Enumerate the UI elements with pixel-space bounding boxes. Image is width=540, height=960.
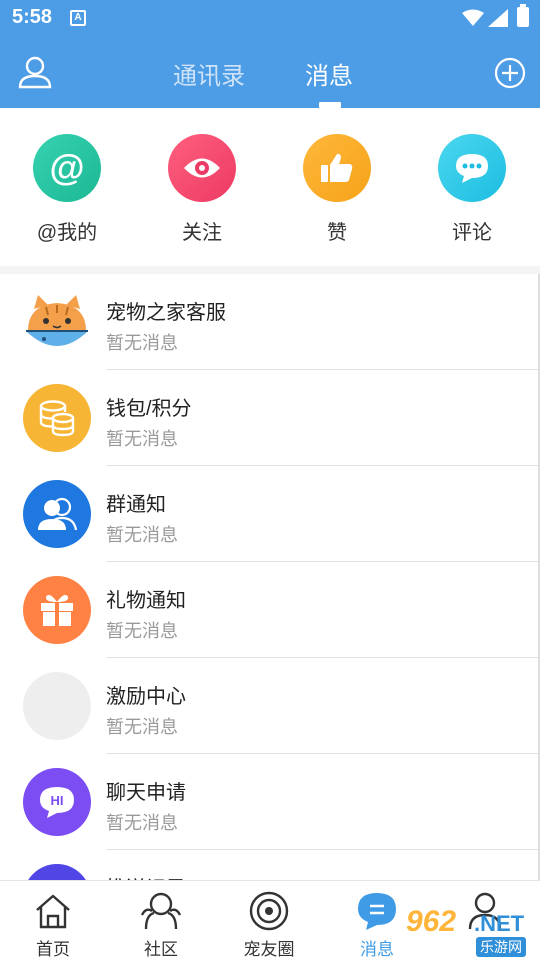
- list-item-title: 聊天申请: [106, 782, 186, 804]
- gift-icon: [23, 576, 91, 644]
- quick-action-mentions[interactable]: @ @我的: [27, 134, 107, 245]
- nav-community[interactable]: 社区: [126, 889, 196, 960]
- cat-fish-avatar: [23, 288, 91, 356]
- coins-icon: [23, 384, 91, 452]
- list-item-gift-notice[interactable]: 礼物通知 暂无消息: [0, 562, 538, 658]
- nav-label: 首页: [36, 940, 70, 959]
- list-item-push-records[interactable]: 推送记录: [0, 850, 538, 880]
- quick-action-label: 赞: [327, 222, 347, 244]
- list-item-title: 推送记录: [106, 872, 186, 880]
- watermark-site-name: 乐游网: [476, 937, 526, 957]
- pet-circle-icon: [234, 889, 304, 933]
- thumbs-up-icon: [303, 134, 371, 202]
- battery-icon: [517, 4, 529, 27]
- list-item-title: 礼物通知: [106, 590, 186, 612]
- list-item-incentive-center[interactable]: 激励中心 暂无消息: [0, 658, 538, 754]
- add-icon[interactable]: [494, 57, 526, 89]
- watermark-number: 962: [406, 905, 457, 938]
- site-watermark: 962 .NET 乐游网: [400, 905, 540, 960]
- nav-home[interactable]: 首页: [18, 889, 88, 960]
- list-item-subtitle: 暂无消息: [106, 525, 178, 545]
- watermark-domain: .NET: [474, 911, 525, 936]
- list-item-subtitle: 暂无消息: [106, 717, 178, 737]
- tab-contacts[interactable]: 通讯录: [173, 56, 245, 91]
- at-icon: @: [33, 134, 101, 202]
- list-item-subtitle: 暂无消息: [106, 333, 178, 353]
- quick-action-label: 关注: [182, 222, 222, 244]
- home-icon: [18, 889, 88, 933]
- status-bar: 5:58 A: [0, 0, 540, 36]
- user-icon[interactable]: [18, 55, 52, 89]
- quick-actions: @ @我的 关注 赞 评论: [0, 108, 540, 266]
- eye-icon: [168, 134, 236, 202]
- svg-text:HI: HI: [51, 793, 64, 808]
- list-item-title: 激励中心: [106, 686, 186, 708]
- wifi-icon: [462, 9, 484, 26]
- app-header: 5:58 A 通讯录 消息: [0, 0, 540, 108]
- blank-avatar: [23, 672, 91, 740]
- quick-action-label: 评论: [452, 222, 492, 244]
- list-item-title: 钱包/积分: [106, 398, 192, 420]
- nav-pet-circle[interactable]: 宠友圈: [234, 889, 304, 960]
- section-divider: [0, 266, 540, 274]
- quick-action-comments[interactable]: 评论: [432, 134, 512, 245]
- notification-a-icon: A: [70, 10, 86, 26]
- list-item-customer-service[interactable]: 宠物之家客服 暂无消息: [0, 274, 538, 370]
- tab-messages[interactable]: 消息: [305, 56, 353, 91]
- list-item-chat-request[interactable]: HI 聊天申请 暂无消息: [0, 754, 538, 850]
- list-item-subtitle: 暂无消息: [106, 621, 178, 641]
- quick-action-likes[interactable]: 赞: [297, 134, 377, 245]
- list-item-title: 群通知: [106, 494, 166, 516]
- hi-chat-icon: HI: [23, 768, 91, 836]
- list-item-wallet[interactable]: 钱包/积分 暂无消息: [0, 370, 538, 466]
- list-item-subtitle: 暂无消息: [106, 813, 178, 833]
- comment-icon: [438, 134, 506, 202]
- quick-action-follow[interactable]: 关注: [162, 134, 242, 245]
- nav-label: 宠友圈: [243, 940, 295, 959]
- community-icon: [126, 889, 196, 933]
- group-users-icon: [23, 480, 91, 548]
- quick-action-label: @我的: [36, 222, 98, 244]
- status-time: 5:58: [12, 6, 53, 28]
- list-item-subtitle: 暂无消息: [106, 429, 178, 449]
- push-icon: [23, 864, 91, 880]
- message-list: 宠物之家客服 暂无消息 钱包/积分 暂无消息 群通知 暂无消息 礼物通知 暂无消…: [0, 274, 540, 880]
- list-item-title: 宠物之家客服: [106, 302, 226, 324]
- list-item-group-notice[interactable]: 群通知 暂无消息: [0, 466, 538, 562]
- nav-label: 社区: [144, 940, 178, 959]
- signal-icon: [488, 9, 508, 27]
